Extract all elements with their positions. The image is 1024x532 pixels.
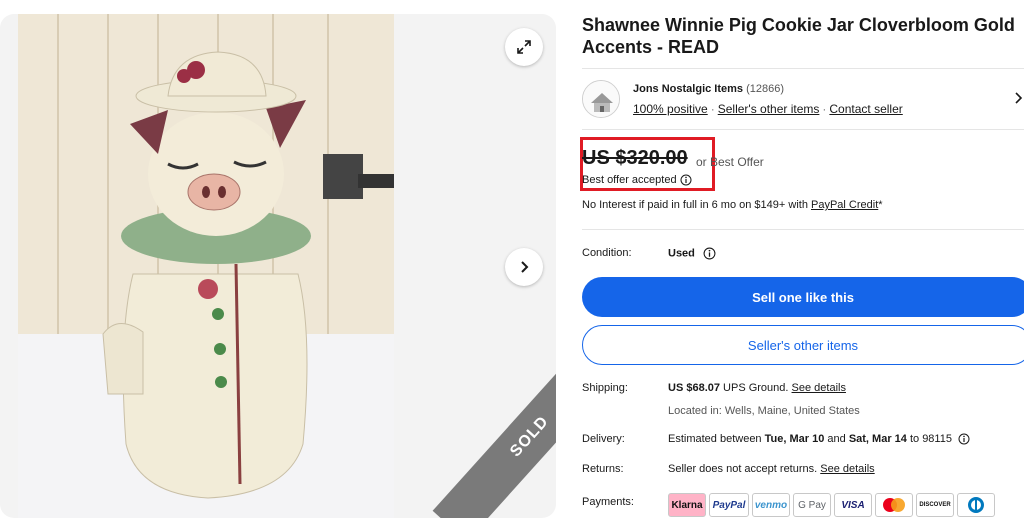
paypal-icon: PayPal [709,493,749,517]
contact-seller-link[interactable]: Contact seller [829,102,902,116]
divider [582,229,1024,230]
shipping-method: UPS Ground. [719,382,792,394]
financing-suffix: * [878,199,883,211]
seller-links: 100% positive · Seller's other items · Conta… [633,102,903,116]
mastercard-icon [875,493,913,517]
condition-value-text: Used [668,247,695,260]
condition-value: Used [668,247,716,260]
delivery-prefix: Estimated between [668,433,765,445]
listing-title: Shawnee Winnie Pig Cookie Jar Cloverbloo… [582,15,1015,57]
payments-label: Payments: [582,496,634,508]
financing-text: No Interest if paid in full in 6 mo on $… [582,199,811,211]
seller-feedback-count: (12866) [746,83,785,95]
sellers-other-items-button[interactable]: Seller's other items [582,325,1024,365]
best-offer-accepted: Best offer accepted [582,174,692,186]
returns-label: Returns: [582,463,624,475]
condition-label: Condition: [582,247,632,259]
paypal-credit-link[interactable]: PayPal Credit [811,199,878,211]
klarna-icon: Klarna [668,493,706,517]
info-icon[interactable] [703,247,716,260]
chevron-right-icon[interactable] [1014,91,1024,110]
shipping-value: US $68.07 UPS Ground. See details [668,382,846,394]
returns-text: Seller does not accept returns. [668,463,821,475]
visa-icon: VISA [834,493,872,517]
separator: · [822,102,827,116]
diners-club-icon [957,493,995,517]
delivery-end: Sat, Mar 14 [848,433,907,445]
shipping-details-link[interactable]: See details [792,382,846,394]
returns-value: Seller does not accept returns. See deta… [668,463,875,475]
delivery-zip: to 98115 [906,433,952,445]
positive-feedback-link[interactable]: 100% positive [633,102,708,116]
item-location: Located in: Wells, Maine, United States [668,405,860,417]
sold-ribbon: SOLD [432,332,556,518]
google-pay-icon: G Pay [793,493,831,517]
discover-icon: DISCOVER [916,493,954,517]
delivery-label: Delivery: [582,433,625,445]
next-image-button[interactable] [505,248,543,286]
shipping-amount: US $68.07 [668,382,720,394]
or-best-offer: or Best Offer [696,155,764,169]
delivery-start: Tue, Mar 10 [764,433,825,445]
price: US $320.00 [582,147,688,169]
financing-offer: No Interest if paid in full in 6 mo on $… [582,199,883,211]
listing-details: Shawnee Winnie Pig Cookie Jar Cloverbloo… [580,0,1024,532]
venmo-icon: venmo [752,493,790,517]
image-gallery: SOLD [0,14,556,518]
product-photo[interactable] [18,14,394,518]
shipping-label: Shipping: [582,382,628,394]
separator: · [710,102,715,116]
info-icon[interactable] [680,174,692,186]
store-logo-icon [583,81,619,117]
best-offer-accepted-text: Best offer accepted [582,174,677,186]
payment-methods: Klarna PayPal venmo G Pay VISA DISCOVER [668,493,995,517]
info-icon[interactable] [958,433,970,445]
seller-name-text[interactable]: Jons Nostalgic Items [633,83,743,95]
returns-details-link[interactable]: See details [820,463,874,475]
seller-name[interactable]: Jons Nostalgic Items (12866) [633,83,784,95]
expand-image-button[interactable] [505,28,543,66]
delivery-and: and [824,433,849,445]
chevron-right-icon [521,261,529,273]
sold-label: SOLD [507,412,553,461]
delivery-value: Estimated between Tue, Mar 10 and Sat, M… [668,433,970,445]
seller-avatar[interactable] [582,80,620,118]
expand-icon [517,40,531,54]
seller-other-items-link[interactable]: Seller's other items [718,102,820,116]
sell-one-like-this-button[interactable]: Sell one like this [582,277,1024,317]
seller-card[interactable]: Jons Nostalgic Items (12866) 100% positi… [582,68,1024,130]
